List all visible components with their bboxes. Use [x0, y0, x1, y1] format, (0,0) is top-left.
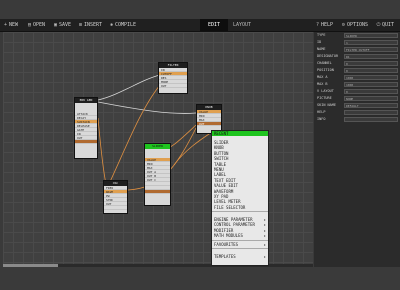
new-button[interactable]: + NEW — [3, 20, 18, 30]
scrollbar-thumb[interactable] — [3, 264, 58, 267]
property-row: INFO — [314, 116, 400, 123]
property-row: NAME FILTER CUTOFF — [314, 46, 400, 53]
menu-separator — [212, 239, 268, 241]
property-field[interactable]: 0 — [344, 61, 398, 66]
filter-node[interactable]: FILTER IN CUTOFF RES MODE OUT — [158, 62, 188, 94]
osc-node[interactable]: OSC FREQ WAVE PW SYNC OUT — [103, 180, 128, 214]
property-row: HELP — [314, 109, 400, 116]
property-row: TYPE SLIDER — [314, 32, 400, 39]
node-port[interactable]: OUT — [197, 122, 221, 126]
chevron-right-icon: ▸ — [263, 233, 266, 239]
menu-item-templates[interactable]: TEMPLATES ▸ — [212, 254, 268, 259]
save-icon: ▣ — [53, 22, 57, 28]
help-icon: ? — [315, 22, 319, 28]
menu-separator — [212, 248, 268, 250]
open-button[interactable]: ▤ OPEN — [27, 20, 45, 30]
options-button[interactable]: ⚙ OPTIONS — [341, 20, 368, 30]
node-port[interactable] — [104, 206, 127, 210]
property-field[interactable]: SLIDER — [344, 33, 398, 38]
menu-item-favourites[interactable]: FAVOURITES ▸ — [212, 242, 268, 247]
property-row: MAX B 1000 — [314, 81, 400, 88]
compile-button[interactable]: ✱ COMPILE — [109, 20, 136, 30]
property-field[interactable]: 1 — [344, 40, 398, 45]
property-field[interactable]: R1 — [344, 54, 398, 59]
insert-button[interactable]: ⊞ INSERT — [78, 20, 102, 30]
quit-button[interactable]: ⏻ QUIT — [376, 20, 395, 30]
new-file-icon: + — [3, 22, 7, 28]
quit-icon: ⏻ — [376, 22, 381, 28]
options-icon: ⚙ — [341, 22, 345, 28]
property-field[interactable]: 1000 — [344, 75, 398, 80]
save-button[interactable]: ▣ SAVE — [53, 20, 71, 30]
property-field[interactable]: DEFAULT — [344, 103, 398, 108]
insert-icon: ⊞ — [78, 22, 82, 28]
property-field[interactable]: 1000 — [344, 82, 398, 87]
property-row: PICTURE NONE — [314, 95, 400, 102]
add-module-menu: RECENT SLIDER KNOB BUTTON SWITCH TABLE M… — [211, 130, 269, 266]
folder-icon: ▤ — [27, 22, 31, 28]
property-row: ID 1 — [314, 39, 400, 46]
main-toolbar: + NEW ▤ OPEN ▣ SAVE ⊞ INSERT ✱ COMPILE EDIT L… — [0, 19, 400, 32]
tab-edit[interactable]: EDIT — [200, 19, 228, 31]
menu-item-math-modules[interactable]: MATH MODULES ▸ — [212, 233, 268, 238]
properties-panel: TYPE SLIDER ID 1 NAME FILTER CUTOFF DESIGNA… — [314, 32, 400, 267]
node-output[interactable] — [145, 190, 170, 194]
property-row: SKIN NAME DEFAULT — [314, 102, 400, 109]
property-row: V LAYOUT 0 — [314, 88, 400, 95]
menu-separator — [212, 211, 268, 213]
property-field[interactable]: 0 — [344, 89, 398, 94]
menu-item-file-selector[interactable]: FILE SELECTOR — [212, 205, 268, 210]
property-row: DESIGNATOR R1 — [314, 53, 400, 60]
property-row: CHANNEL 0 — [314, 60, 400, 67]
chevron-right-icon: ▸ — [263, 241, 266, 247]
slider-node[interactable]: SLIDER VALUE MIN MAX OUT A OUT B OUT C — [144, 143, 171, 206]
compile-icon: ✱ — [109, 22, 113, 28]
tab-layout[interactable]: LAYOUT — [228, 19, 256, 31]
property-field[interactable]: 0 — [344, 68, 398, 73]
node-port[interactable]: OUT — [159, 84, 187, 88]
property-field[interactable]: FILTER CUTOFF — [344, 47, 398, 52]
property-field[interactable] — [344, 110, 398, 115]
chevron-right-icon: ▸ — [263, 254, 266, 260]
property-field[interactable] — [344, 117, 398, 122]
property-row: MAX A 1000 — [314, 74, 400, 81]
help-button[interactable]: ? HELP — [315, 20, 333, 30]
node-output[interactable] — [75, 140, 97, 144]
env-node[interactable]: ENV GEN ATTACK DECAY SUSTAIN RELEASE GAT… — [74, 97, 98, 159]
property-row: POSITION 0 — [314, 67, 400, 74]
property-field[interactable]: NONE — [344, 96, 398, 101]
